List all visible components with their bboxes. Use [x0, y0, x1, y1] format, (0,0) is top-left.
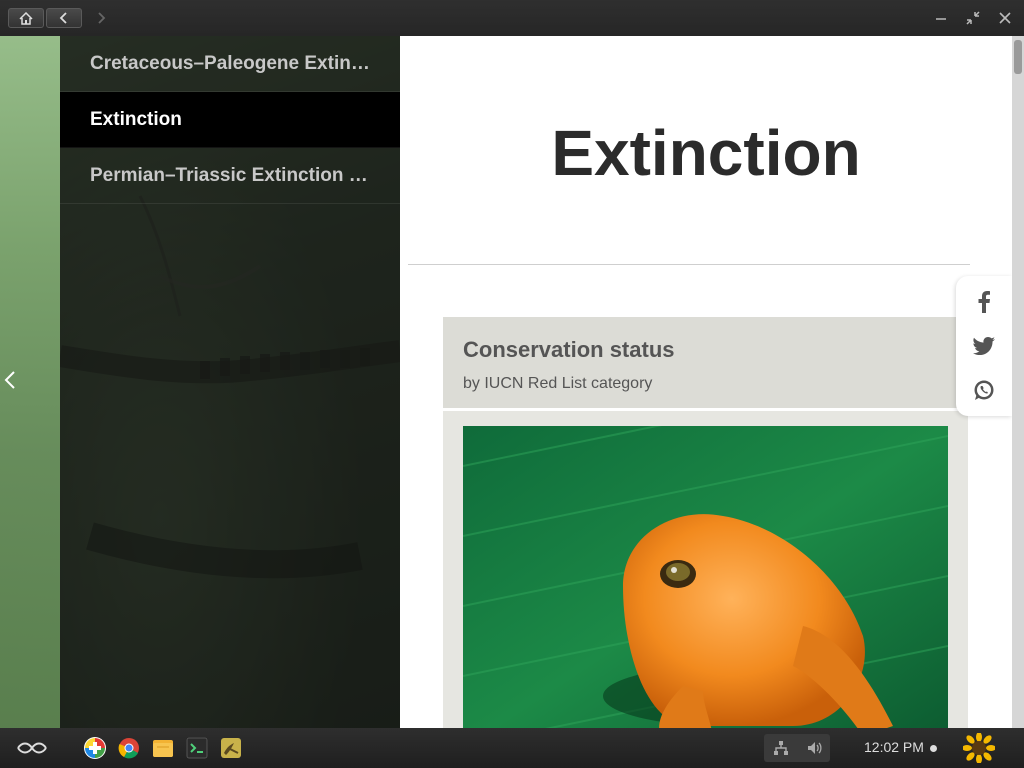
facebook-share-button[interactable]: [972, 290, 996, 314]
terminal-icon[interactable]: [186, 737, 208, 759]
minimize-button[interactable]: [932, 9, 950, 27]
page-title: Extinction: [551, 117, 861, 189]
chevron-left-icon: [4, 371, 15, 389]
title-divider: [408, 264, 970, 265]
network-icon[interactable]: [773, 740, 789, 756]
whatsapp-icon: [974, 380, 994, 400]
vertical-scrollbar[interactable]: [1012, 36, 1024, 728]
sidebar-item-label: Extinction: [90, 108, 182, 130]
conservation-status-card[interactable]: Conservation status by IUCN Red List cat…: [443, 317, 968, 728]
notification-dot: [930, 745, 937, 752]
user-avatar-sunflower[interactable]: [963, 733, 995, 763]
taskbar: 12:02 PM: [0, 728, 1024, 768]
app-store-icon[interactable]: [84, 737, 106, 759]
collapse-sidebar-button[interactable]: [4, 370, 16, 395]
restore-button[interactable]: [964, 9, 982, 27]
sidebar-item-permian-triassic[interactable]: Permian–Triassic Extinction Event: [60, 148, 400, 204]
title-bar: [0, 0, 1024, 36]
sidebar-item-extinction[interactable]: Extinction: [60, 92, 400, 148]
card-title: Conservation status: [463, 337, 675, 362]
facebook-icon: [978, 291, 990, 313]
clock[interactable]: 12:02 PM: [864, 739, 924, 755]
scrollbar-thumb[interactable]: [1014, 40, 1022, 74]
sidebar-item-cretaceous-paleogene[interactable]: Cretaceous–Paleogene Extinction Event: [60, 36, 400, 92]
chevron-right-icon: [98, 12, 106, 24]
minimize-icon: [936, 18, 946, 20]
golden-toad-image[interactable]: [463, 426, 948, 728]
close-icon: [999, 12, 1011, 24]
twitter-share-button[interactable]: [972, 334, 996, 358]
system-tray: [764, 734, 830, 762]
whatsapp-share-button[interactable]: [972, 378, 996, 402]
card-subtitle: by IUCN Red List category: [463, 375, 653, 392]
back-button[interactable]: [46, 8, 82, 28]
volume-icon[interactable]: [806, 740, 822, 756]
home-icon: [19, 11, 33, 25]
restore-icon: [966, 11, 980, 25]
chevron-left-icon: [59, 12, 67, 24]
launcher-icon[interactable]: [16, 740, 48, 756]
files-icon[interactable]: [152, 737, 174, 759]
forward-button[interactable]: [84, 8, 118, 28]
home-button[interactable]: [8, 8, 44, 28]
twitter-icon: [973, 337, 995, 355]
share-panel: [956, 276, 1012, 416]
encyclopedia-icon[interactable]: [220, 737, 242, 759]
toad-photo: [463, 426, 948, 728]
sidebar-item-label: Permian–Triassic Extinction Event: [90, 164, 378, 186]
close-button[interactable]: [996, 9, 1014, 27]
sidebar-item-label: Cretaceous–Paleogene Extinction Event: [90, 52, 378, 74]
chrome-icon[interactable]: [118, 737, 140, 759]
card-header: Conservation status by IUCN Red List cat…: [443, 317, 968, 411]
article-pane[interactable]: Extinction Conservation status by IUCN R…: [400, 36, 1012, 728]
